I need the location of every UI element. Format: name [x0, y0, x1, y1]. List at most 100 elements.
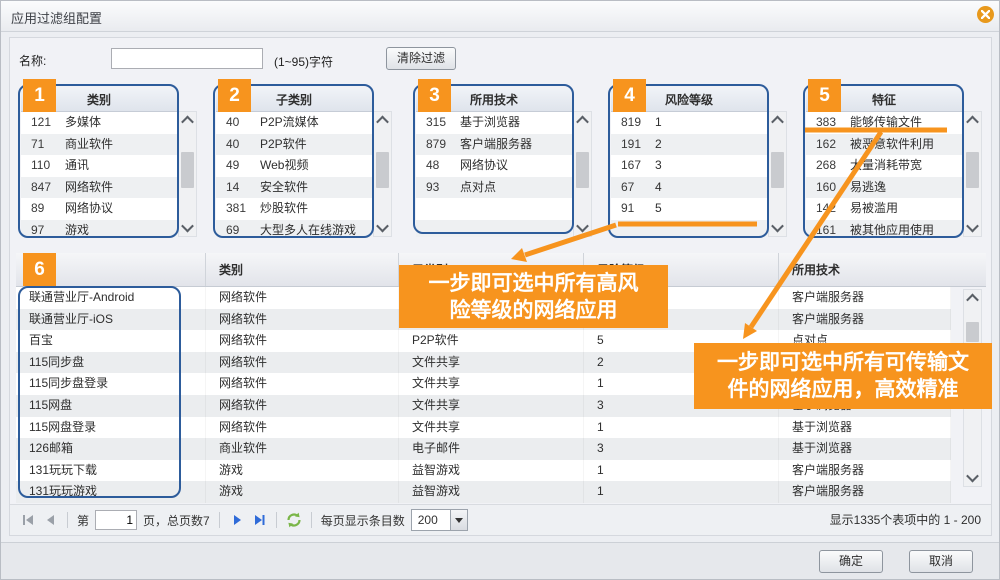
chevron-up-icon[interactable]: [574, 112, 591, 129]
table-row[interactable]: 联通营业厅-iOS 网络软件 客户端服务器: [16, 309, 951, 331]
item-count: 49: [226, 155, 260, 177]
cell-technology: [779, 352, 951, 374]
chevron-down-icon[interactable]: [574, 219, 591, 236]
cell-risk: [584, 309, 779, 331]
chevron-up-icon[interactable]: [179, 112, 196, 129]
item-label: 网络软件: [65, 177, 177, 199]
chevron-down-icon[interactable]: [374, 219, 391, 236]
chevron-up-icon[interactable]: [964, 290, 981, 307]
chevron-up-icon[interactable]: [769, 112, 786, 129]
list-item[interactable]: 142 易被滥用: [806, 198, 962, 220]
list-item[interactable]: 819 1: [611, 112, 767, 134]
dialog-titlebar: 应用过滤组配置: [1, 1, 999, 32]
item-label: 商业软件: [65, 134, 177, 156]
list-item[interactable]: 383 能够传输文件: [806, 112, 962, 134]
list-item[interactable]: [416, 220, 572, 238]
cell-category: 网络软件: [206, 287, 399, 309]
list-item[interactable]: 97 游戏: [21, 220, 177, 238]
scrollbar[interactable]: [373, 111, 392, 237]
scrollbar[interactable]: [963, 111, 982, 237]
list-item[interactable]: 381 炒股软件: [216, 198, 372, 220]
name-input[interactable]: [111, 48, 263, 69]
next-page-icon[interactable]: [229, 512, 245, 528]
page-number-input[interactable]: [95, 510, 137, 530]
chevron-up-icon[interactable]: [374, 112, 391, 129]
item-label: [655, 220, 767, 238]
table-row[interactable]: 126邮箱 商业软件 电子邮件 3 基于浏览器: [16, 438, 951, 460]
list-item[interactable]: 40 P2P软件: [216, 134, 372, 156]
chevron-up-icon[interactable]: [964, 112, 981, 129]
table-row[interactable]: 115网盘 网络软件 文件共享 3 基于浏览器: [16, 395, 951, 417]
list-item[interactable]: 93 点对点: [416, 177, 572, 199]
item-label: 点对点: [460, 177, 572, 199]
list-item[interactable]: [416, 198, 572, 220]
cell-risk: 2: [584, 352, 779, 374]
chevron-down-icon[interactable]: [769, 219, 786, 236]
table-row[interactable]: 联通营业厅-Android 网络软件 客户端服务器: [16, 287, 951, 309]
item-label: 被恶意软件利用: [850, 134, 962, 156]
ok-button[interactable]: 确定: [819, 550, 883, 573]
list-item[interactable]: 191 2: [611, 134, 767, 156]
table-row[interactable]: 131玩玩下载 游戏 益智游戏 1 客户端服务器: [16, 460, 951, 482]
list-item[interactable]: 40 P2P流媒体: [216, 112, 372, 134]
list-item[interactable]: 160 易逃逸: [806, 177, 962, 199]
cell-name: 126邮箱: [16, 438, 206, 460]
scroll-thumb[interactable]: [376, 152, 389, 188]
scrollbar[interactable]: [178, 111, 197, 237]
list-item[interactable]: 69 大型多人在线游戏: [216, 220, 372, 238]
list-item[interactable]: 110 通讯: [21, 155, 177, 177]
list-item[interactable]: 14 安全软件: [216, 177, 372, 199]
scroll-thumb[interactable]: [181, 152, 194, 188]
scroll-thumb[interactable]: [576, 152, 589, 188]
list-item[interactable]: 67 4: [611, 177, 767, 199]
list-item[interactable]: 48 网络协议: [416, 155, 572, 177]
table-scrollbar[interactable]: [963, 289, 982, 487]
table-row[interactable]: 115同步盘 网络软件 文件共享 2: [16, 352, 951, 374]
item-label: 基于浏览器: [460, 112, 572, 134]
item-label: 3: [655, 155, 767, 177]
list-item[interactable]: 71 商业软件: [21, 134, 177, 156]
list-item[interactable]: [611, 220, 767, 238]
column-header-name: 名称: [16, 253, 206, 286]
list-item[interactable]: 161 被其他应用使用: [806, 220, 962, 238]
list-item[interactable]: 847 网络软件: [21, 177, 177, 199]
list-item[interactable]: 49 Web视频: [216, 155, 372, 177]
item-count: 89: [31, 198, 65, 220]
table-row[interactable]: 115同步盘登录 网络软件 文件共享 1: [16, 373, 951, 395]
close-button[interactable]: [977, 6, 994, 23]
scrollbar[interactable]: [768, 111, 787, 237]
scroll-thumb[interactable]: [966, 322, 979, 342]
list-item[interactable]: 162 被恶意软件利用: [806, 134, 962, 156]
scroll-thumb[interactable]: [966, 152, 979, 188]
list-item[interactable]: 89 网络协议: [21, 198, 177, 220]
chevron-down-icon[interactable]: [179, 219, 196, 236]
list-item[interactable]: 315 基于浏览器: [416, 112, 572, 134]
scroll-thumb[interactable]: [771, 152, 784, 188]
chevron-down-icon[interactable]: [450, 510, 467, 530]
per-page-value: 200: [412, 513, 450, 527]
cell-risk: 1: [584, 481, 779, 503]
list-item[interactable]: 121 多媒体: [21, 112, 177, 134]
category-list: 类别 121 多媒体 71 商业软件 110 通讯 847 网络软件 89: [21, 89, 177, 237]
item-count: 162: [816, 134, 850, 156]
refresh-icon[interactable]: [286, 512, 302, 528]
risk-level-list: 风险等级 819 1 191 2 167 3 67 4 91 5: [611, 89, 767, 237]
first-page-icon[interactable]: [20, 512, 36, 528]
prev-page-icon[interactable]: [42, 512, 58, 528]
clear-filter-button[interactable]: 清除过滤: [386, 47, 456, 70]
per-page-select[interactable]: 200: [411, 509, 468, 531]
last-page-icon[interactable]: [251, 512, 267, 528]
table-row[interactable]: 115网盘登录 网络软件 文件共享 1 基于浏览器: [16, 417, 951, 439]
cancel-button[interactable]: 取消: [909, 550, 973, 573]
list-item[interactable]: 167 3: [611, 155, 767, 177]
list-item[interactable]: 268 大量消耗带宽: [806, 155, 962, 177]
chevron-down-icon[interactable]: [964, 469, 981, 486]
list-item[interactable]: 879 客户端服务器: [416, 134, 572, 156]
chevron-down-icon[interactable]: [964, 219, 981, 236]
list-header-category: 类别: [21, 89, 177, 112]
table-row[interactable]: 百宝 网络软件 P2P软件 5 点对点: [16, 330, 951, 352]
scrollbar[interactable]: [573, 111, 592, 237]
list-header-technology: 所用技术: [416, 89, 572, 112]
table-row[interactable]: 131玩玩游戏 游戏 益智游戏 1 客户端服务器: [16, 481, 951, 503]
list-item[interactable]: 91 5: [611, 198, 767, 220]
